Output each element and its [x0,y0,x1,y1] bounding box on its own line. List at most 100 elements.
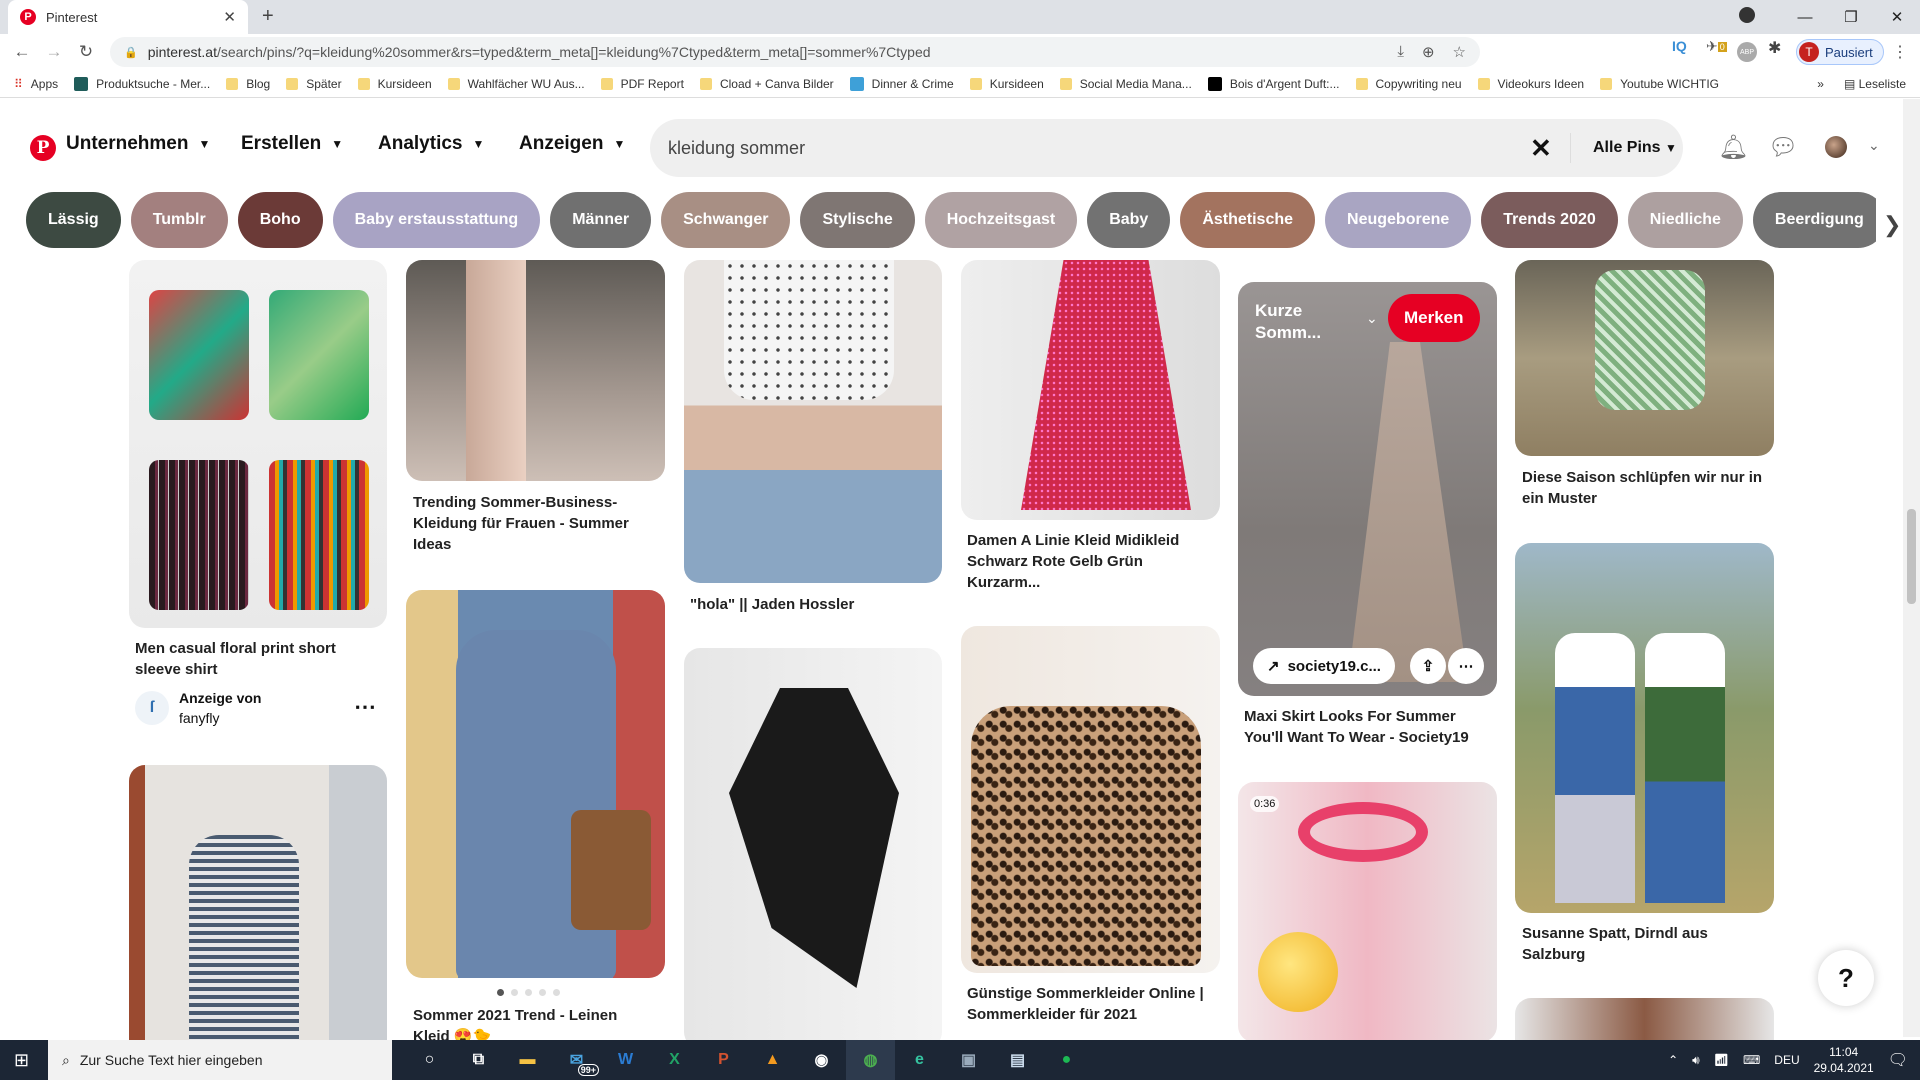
install-icon[interactable]: ⤓ [1397,43,1404,61]
close-tab-icon[interactable]: ✕ [223,8,236,26]
more-options-button[interactable]: ⋯ [1448,648,1484,684]
messages-icon[interactable]: 💬︎ [1768,133,1798,162]
taskbar-search[interactable]: ⌕ Zur Suche Text hier eingeben [48,1040,392,1080]
bookmark-item[interactable]: PDF Report [600,77,684,91]
bookmark-item[interactable]: Wahlfächer WU Aus... [447,77,585,91]
pill-boho[interactable]: Boho [237,192,323,248]
pin-image[interactable] [961,626,1220,973]
pin-title[interactable]: Susanne Spatt, Dirndl aus Salzburg [1522,923,1767,965]
board-chevron-icon[interactable]: ⌄ [1366,310,1378,327]
notifications-bell-icon[interactable]: 🔔︎ [1718,133,1748,162]
new-tab-button[interactable]: + [262,5,274,28]
clear-search-icon[interactable]: ✕ [1530,133,1552,164]
bookmark-item[interactable]: Später [286,77,342,91]
pill-niedliche[interactable]: Niedliche [1627,192,1743,248]
pin-video[interactable]: 0:36 [1238,782,1497,1040]
extension-icon[interactable]: ✈ 0 [1706,38,1727,55]
pill-schwanger[interactable]: Schwanger [661,192,791,248]
zoom-icon[interactable]: ⊕ [1422,43,1435,61]
pill-ästhetische[interactable]: Ästhetische [1180,192,1316,248]
pill-tumblr[interactable]: Tumblr [130,192,228,248]
pin-image[interactable] [406,590,665,978]
wifi-icon[interactable]: 📶︎ [1714,1053,1729,1067]
bookmark-item[interactable]: Kursideen [357,77,432,91]
powerpoint-icon[interactable]: P [699,1040,748,1080]
carousel-dot[interactable] [525,989,532,996]
chrome-menu-icon[interactable]: ⋮ [1892,42,1908,62]
pill-hochzeitsgast[interactable]: Hochzeitsgast [924,192,1078,248]
bookmark-item[interactable]: Copywriting neu [1355,77,1462,91]
adblock-icon[interactable]: ABP [1737,42,1757,62]
pin-image[interactable] [129,765,387,1040]
carousel-dot[interactable] [539,989,546,996]
account-chevron-icon[interactable]: ⌄ [1868,137,1880,154]
carousel-dot[interactable] [553,989,560,996]
source-link-button[interactable]: ↗ society19.c... [1253,648,1395,684]
pills-next-arrow-icon[interactable]: ❯ [1883,212,1901,238]
app-icon[interactable]: ▲ [748,1040,797,1080]
board-name[interactable]: Kurze Somm... [1255,300,1345,344]
profile-button[interactable]: T Pausiert [1796,39,1884,65]
browser-tab-pinterest[interactable]: P Pinterest ✕ [8,0,248,34]
pin-filter-dropdown[interactable]: Alle Pins ▼ [1593,139,1677,157]
back-button[interactable]: ← [6,42,38,62]
tab-search-icon[interactable] [1736,7,1782,27]
minimize-button[interactable]: — [1782,9,1828,26]
chrome-icon[interactable]: ◍ [846,1040,895,1080]
bookmark-item[interactable]: Videokurs Ideen [1477,77,1584,91]
pill-trends-2020[interactable]: Trends 2020 [1481,192,1618,248]
pin-title[interactable]: Trending Sommer-Business-Kleidung für Fr… [413,492,658,555]
pin-image[interactable] [961,260,1220,520]
nav-analytics[interactable]: Analytics ▼ [378,133,484,155]
pin-image[interactable] [1515,998,1774,1040]
more-options-icon[interactable]: ⋯ [354,694,376,720]
file-explorer-icon[interactable]: ▬ [503,1040,552,1080]
pin-image[interactable] [406,260,665,481]
windows-start-icon[interactable]: ⊞ [14,1050,29,1071]
nav-anzeigen[interactable]: Anzeigen ▼ [519,133,625,155]
reload-button[interactable]: ↻ [70,42,102,62]
pill-neugeborene[interactable]: Neugeborene [1325,192,1472,248]
save-button[interactable]: Merken [1388,294,1480,342]
language-indicator[interactable]: DEU [1774,1053,1799,1067]
pill-männer[interactable]: Männer [550,192,652,248]
promoted-by[interactable]: ſ Anzeige von fanyfly [135,688,261,728]
share-button[interactable]: ⇪ [1410,648,1446,684]
bookmark-item[interactable]: Blog [226,77,270,91]
pill-beerdigung[interactable]: Beerdigung [1752,192,1876,248]
pinterest-logo-icon[interactable]: P [30,135,56,161]
pin-title[interactable]: Sommer 2021 Trend - Leinen Kleid 😍🐤 [413,1005,658,1040]
bookmark-item[interactable]: Produktsuche - Mer... [74,76,210,91]
bookmark-apps[interactable]: ⠿ Apps [14,77,58,91]
bookmark-item[interactable]: Social Media Mana... [1059,77,1192,91]
pin-image[interactable] [684,648,942,1040]
bookmark-item[interactable]: Cload + Canva Bilder [699,77,834,91]
pill-stylische[interactable]: Stylische [800,192,915,248]
pill-baby[interactable]: Baby [1087,192,1171,248]
nav-erstellen[interactable]: Erstellen ▼ [241,133,343,155]
task-view-icon[interactable]: ⧉ [454,1040,503,1080]
pin-title[interactable]: Diese Saison schlüpfen wir nur in ein Mu… [1522,467,1767,509]
volume-icon[interactable]: 🔊︎ [1692,1053,1700,1068]
pin-title[interactable]: Maxi Skirt Looks For Summer You'll Want … [1244,706,1489,748]
restore-button[interactable]: ❐ [1828,8,1874,26]
spotify-icon[interactable]: ● [1042,1040,1091,1080]
pill-lässig[interactable]: Lässig [26,192,121,248]
pin-image[interactable] [1515,543,1774,913]
word-icon[interactable]: W [601,1040,650,1080]
scrollbar-thumb[interactable] [1907,509,1916,604]
clock[interactable]: 11:04 29.04.2021 [1814,1044,1874,1076]
forward-button[interactable]: → [38,42,70,62]
bookmark-item[interactable]: Dinner & Crime [849,76,954,91]
extensions-puzzle-icon[interactable]: ✱ [1768,38,1781,58]
pin-title[interactable]: Damen A Linie Kleid Midikleid Schwarz Ro… [967,530,1212,593]
mail-icon[interactable]: ✉ 99+ [552,1040,601,1080]
pill-baby-erstausstattung[interactable]: Baby erstausstattung [332,192,541,248]
excel-icon[interactable]: X [650,1040,699,1080]
help-button[interactable]: ? [1818,950,1874,1006]
edge-icon[interactable]: e [895,1040,944,1080]
app-icon[interactable]: ▣ [944,1040,993,1080]
page-scrollbar[interactable] [1903,99,1920,1037]
account-avatar[interactable] [1825,136,1847,158]
search-input[interactable] [668,137,1468,159]
